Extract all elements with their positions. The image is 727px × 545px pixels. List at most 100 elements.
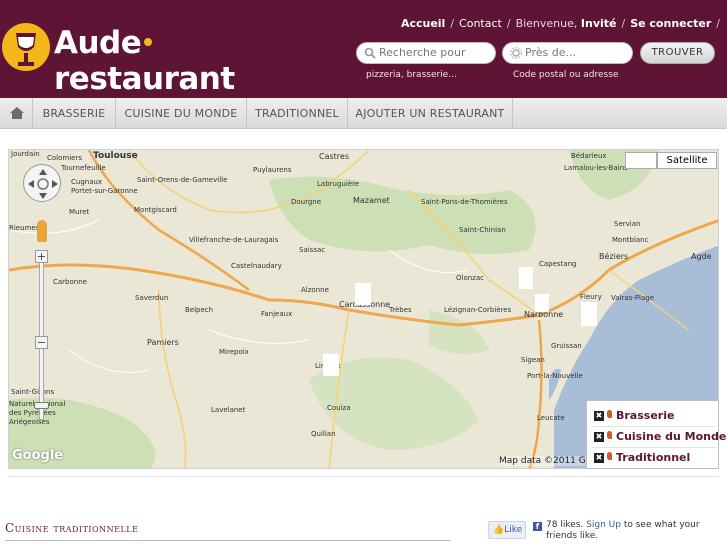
find-button[interactable]: TROUVER [640,42,715,64]
thumbs-up-icon: 👍 [493,525,505,535]
town-label: Tournefeuille [61,164,106,172]
pan-control[interactable] [23,164,61,202]
town-label: Couiza [327,404,351,412]
likes-count: 78 likes. [546,520,584,530]
gear-location-icon [510,47,522,59]
checkbox-icon[interactable]: ✖ [594,432,604,442]
logo-wordmark: Auderestaurant [54,25,292,97]
town-label: Capestang [539,260,577,268]
town-label: Fleury [580,293,602,301]
login-link[interactable]: Se connecter [630,17,711,30]
checkbox-icon[interactable]: ✖ [594,453,604,463]
search-what-placeholder: Recherche pour [379,46,466,59]
town-label: Castres [319,152,349,161]
town-label: Carbonne [53,278,87,286]
town-label: Labruguière [317,180,360,188]
facebook-icon: f [533,522,542,531]
town-label: Agde [691,252,712,261]
town-label: Muret [69,208,90,216]
town-label: Lavelanet [211,406,246,414]
town-label: Valras-Plage [611,294,655,302]
logo-word-aude: Aude [54,25,142,61]
section-divider [5,540,450,541]
logo-word-restaurant: restaurant [54,61,235,97]
town-label: Saissac [299,246,326,254]
map-marker-box[interactable] [519,267,533,289]
zoom-in-button[interactable]: + [35,250,48,263]
town-label: Villefranche-de-Lauragais [189,236,279,244]
legend-divider [591,447,716,448]
site-header: Auderestaurant Accueil / Contact / Bienvenue… [0,0,727,98]
map-attribution[interactable]: Map data ©2011 Go [499,456,592,466]
nav-item-cuisine-du-monde[interactable]: CUISINE DU MONDE [116,98,247,129]
home-link[interactable]: Accueil [401,17,445,30]
town-label: Saint-Orens-de-Gameville [137,176,228,184]
map-marker-box[interactable] [581,302,597,326]
likes-summary: 78 likes. Sign Up to see what your frien… [546,520,726,542]
checkbox-icon[interactable]: ✖ [594,411,604,421]
divider [8,476,719,477]
legend-divider [591,426,716,427]
nav-item-add-restaurant[interactable]: AJOUTER UN RESTAURANT [348,98,513,129]
legend-item-cuisine-du-monde[interactable]: ✖ Cuisine du Monde [594,430,726,448]
zoom-knob[interactable] [34,402,49,409]
town-label: Lézignan-Corbières [444,306,512,314]
home-icon [9,107,24,119]
welcome-text: Bienvenue, [515,17,578,30]
facebook-like-button[interactable]: 👍Like [488,521,526,539]
search-where-input[interactable]: Près de... [502,42,633,64]
zoom-slider[interactable] [39,250,44,420]
map-marker-box[interactable] [355,283,371,305]
town-label: Pamiers [147,338,179,347]
town-label: Cugnaux [71,178,103,186]
top-links: Accueil / Contact / Bienvenue, Invité / Se con… [401,17,725,30]
pan-arrows-icon [28,169,58,199]
site-logo[interactable]: Auderestaurant [2,23,292,97]
nav-item-traditionnel[interactable]: TRADITIONNEL [247,98,348,129]
town-label: Leucate [537,414,565,422]
town-label: Alzonne [301,286,329,294]
separator: / [450,17,455,30]
town-label: Montblanc [612,236,649,244]
map-legend: ✖ Brasserie ✖ Cuisine du Monde ✖ Traditionn… [586,400,726,469]
like-label: Like [504,525,523,535]
map-pin-icon [607,410,612,418]
separator: / [621,17,626,30]
zoom-out-button[interactable]: − [35,336,48,349]
town-label: Puylaurens [253,166,292,174]
town-label: Gruissan [551,342,582,350]
section-title: Cuisine traditionnelle [5,521,139,535]
legend-label: Brasserie [616,409,675,422]
town-label: Servian [614,220,641,228]
town-label: Jourdain [11,150,40,158]
town-label: Saint-Chinian [459,226,506,234]
town-label: Olonzac [456,274,484,282]
satellite-button[interactable]: Satellite [657,152,717,169]
town-label: Trèbes [389,306,412,314]
town-label: Mirepoix [219,348,249,356]
map-marker-box[interactable] [323,354,339,376]
google-logo[interactable]: Google [12,448,63,463]
search-what-hint: pizzeria, brasserie... [366,70,457,80]
logo-dot-icon [144,37,153,46]
town-label: Castelnaudary [231,262,282,270]
guest-name: Invité [580,17,617,30]
street-view-pegman-icon[interactable] [37,220,47,242]
page: Auderestaurant Accueil / Contact / Bienvenue… [0,0,727,545]
town-label: Dourgne [291,198,322,206]
search-what-input[interactable]: Recherche pour [356,42,496,64]
nav-home[interactable] [0,98,33,129]
search-icon [364,47,376,59]
legend-item-traditionnel[interactable]: ✖ Traditionnel [594,451,690,469]
town-label: Montgiscard [134,206,177,214]
legend-item-brasserie[interactable]: ✖ Brasserie [594,409,674,427]
town-label: Mazamet [353,196,390,205]
signup-link[interactable]: Sign Up [586,520,621,530]
legend-label: Cuisine du Monde [616,430,727,443]
nav-item-brasserie[interactable]: BRASSERIE [33,98,116,129]
contact-link[interactable]: Contact [459,17,502,30]
town-label: Béziers [599,252,629,261]
map-marker-box[interactable] [535,294,549,312]
map-pin-icon [607,452,612,460]
map-type-blank[interactable] [625,152,657,169]
